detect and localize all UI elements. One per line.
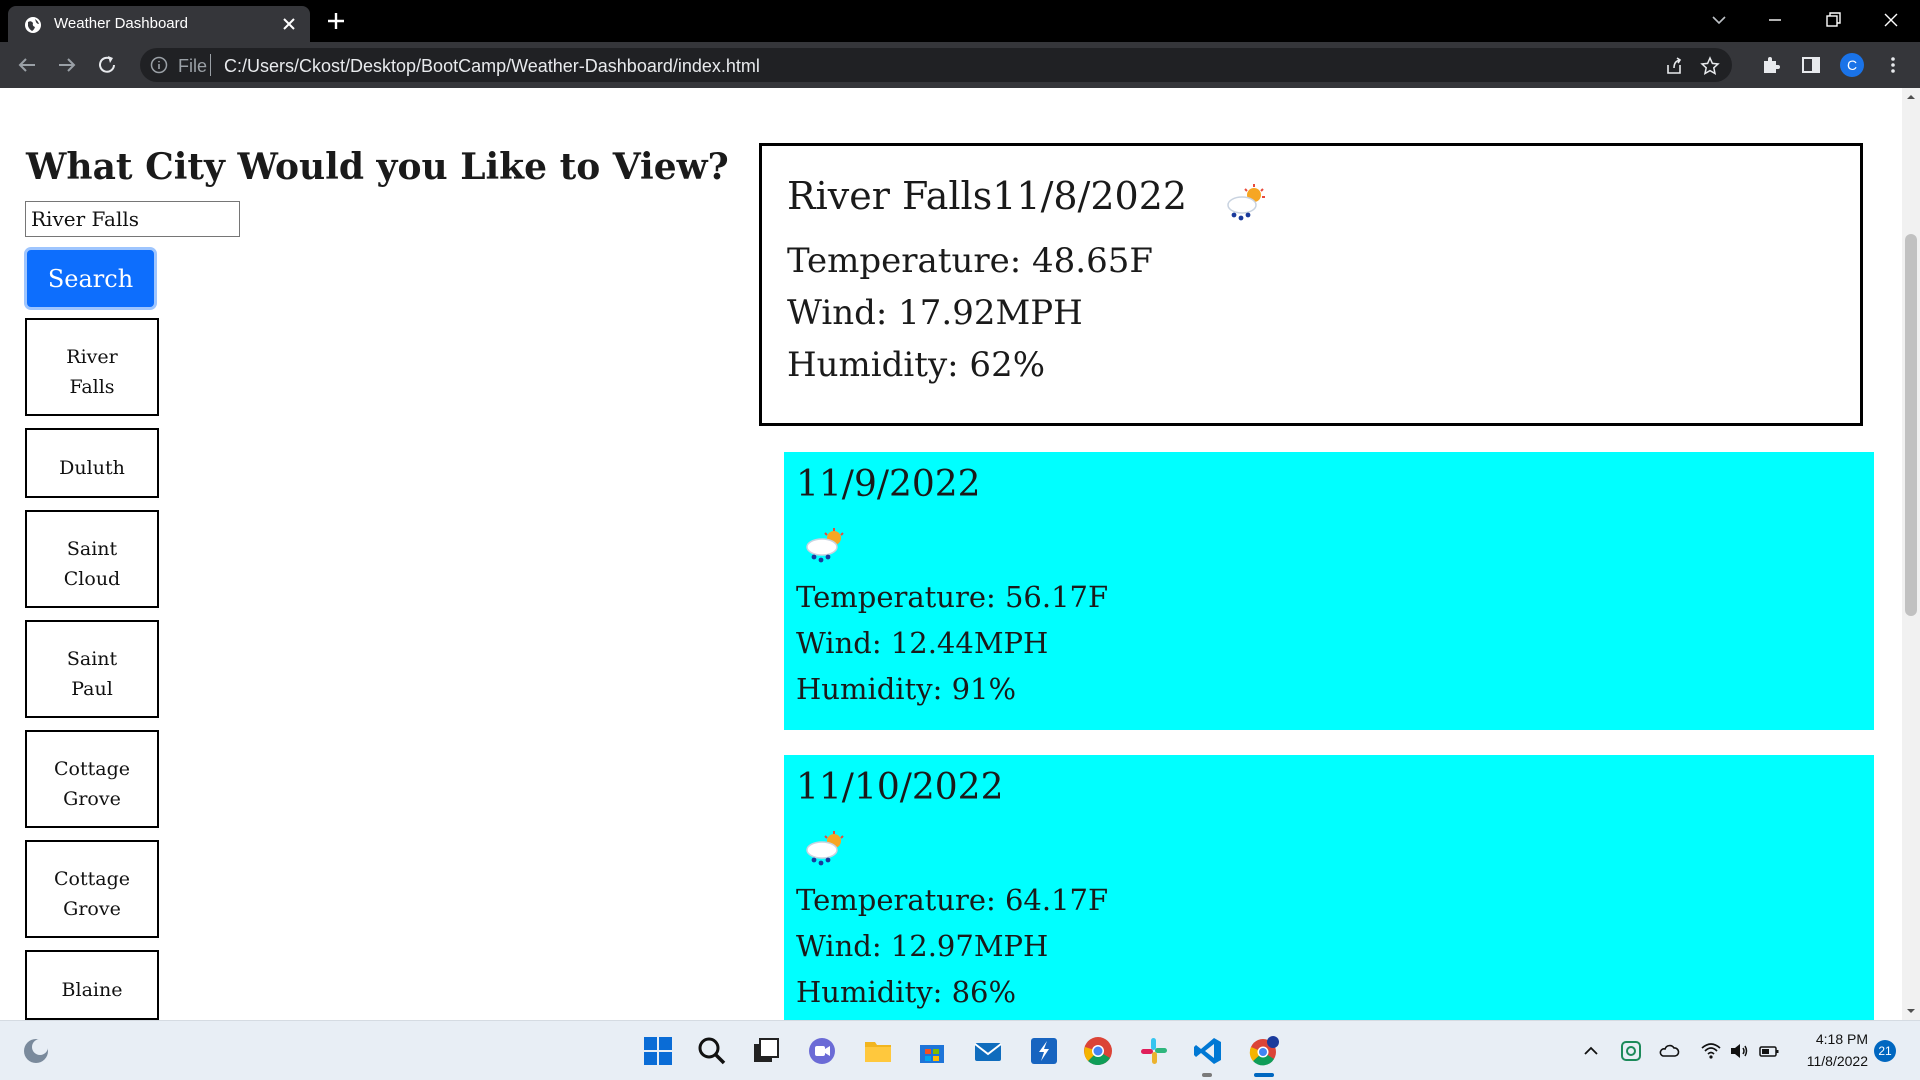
weather-rain-sun-icon xyxy=(806,528,844,563)
file-explorer-icon[interactable] xyxy=(862,1035,894,1067)
forecast-humidity: Humidity: 91% xyxy=(796,672,1017,706)
task-view-icon[interactable] xyxy=(750,1035,782,1067)
city-search-input[interactable] xyxy=(25,201,240,237)
history-button-cottage-grove-2[interactable]: Cottage Grove xyxy=(25,840,159,938)
plus-icon[interactable] xyxy=(326,11,346,31)
profile-avatar[interactable]: C xyxy=(1840,53,1864,77)
search-button[interactable]: Search xyxy=(24,247,157,310)
volume-icon[interactable] xyxy=(1728,1040,1750,1062)
microsoft-store-icon[interactable] xyxy=(916,1035,948,1067)
search-icon[interactable] xyxy=(696,1035,728,1067)
history-button-river-falls[interactable]: River Falls xyxy=(25,318,159,416)
history-button-cottage-grove[interactable]: Cottage Grove xyxy=(25,730,159,828)
back-arrow-icon[interactable] xyxy=(16,54,38,76)
forward-arrow-icon[interactable] xyxy=(56,54,78,76)
onedrive-icon[interactable] xyxy=(1658,1040,1680,1062)
reload-icon[interactable] xyxy=(96,54,118,76)
clock-time[interactable]: 4:18 PM xyxy=(1810,1031,1868,1047)
weather-rain-sun-icon xyxy=(1227,184,1265,221)
current-weather-card: River Falls11/8/2022 Temperature: 48.65F… xyxy=(759,143,1863,426)
slack-icon[interactable] xyxy=(1138,1035,1170,1067)
history-button-saint-cloud[interactable]: Saint Cloud xyxy=(25,510,159,608)
current-wind: Wind: 17.92MPH xyxy=(787,293,1083,333)
current-temperature: Temperature: 48.65F xyxy=(787,241,1153,281)
url-separator xyxy=(210,54,211,76)
url-text[interactable]: C:/Users/Ckost/Desktop/BootCamp/Weather-… xyxy=(224,56,760,77)
app-icon[interactable] xyxy=(1028,1035,1060,1067)
mail-icon[interactable] xyxy=(972,1035,1004,1067)
vscode-icon[interactable] xyxy=(1192,1035,1224,1067)
url-scheme: File xyxy=(178,56,208,76)
forecast-card: 11/10/2022 Temperature: 64.17F Wind: 12.… xyxy=(784,755,1874,1020)
windows-taskbar: 4:18 PM 11/8/2022 21 xyxy=(0,1020,1920,1080)
chrome-profile-icon[interactable] xyxy=(1248,1035,1280,1067)
search-history-list: River Falls Duluth Saint Cloud Saint Pau… xyxy=(25,318,159,1020)
wifi-icon[interactable] xyxy=(1700,1040,1722,1062)
current-humidity: Humidity: 62% xyxy=(787,345,1046,385)
scroll-down-arrow-icon[interactable] xyxy=(1906,1006,1916,1016)
forecast-card: 11/9/2022 Temperature: 56.17F Wind: 12.4… xyxy=(784,452,1874,730)
close-icon[interactable] xyxy=(280,15,298,33)
forecast-date: 11/10/2022 xyxy=(796,767,1004,808)
puzzle-icon[interactable] xyxy=(1760,54,1782,76)
widgets-icon[interactable] xyxy=(20,1035,52,1067)
weather-rain-sun-icon xyxy=(806,831,844,866)
forecast-date: 11/9/2022 xyxy=(796,464,981,505)
chrome-active-indicator xyxy=(1254,1073,1274,1077)
app-tray-icon[interactable] xyxy=(1620,1040,1642,1062)
tab-title: Weather Dashboard xyxy=(54,15,188,32)
forecast-wind: Wind: 12.97MPH xyxy=(796,929,1049,963)
sidepanel-icon[interactable] xyxy=(1800,54,1822,76)
history-button-blaine[interactable]: Blaine xyxy=(25,950,159,1020)
chevron-up-icon[interactable] xyxy=(1580,1040,1602,1062)
notification-badge[interactable]: 21 xyxy=(1874,1040,1896,1062)
vscode-running-indicator xyxy=(1202,1073,1212,1077)
address-bar[interactable]: File C:/Users/Ckost/Desktop/BootCamp/Wea… xyxy=(140,48,1732,82)
minimize-icon[interactable] xyxy=(1764,9,1786,31)
forecast-humidity: Humidity: 86% xyxy=(796,975,1017,1009)
info-icon[interactable] xyxy=(150,56,168,74)
history-button-duluth[interactable]: Duluth xyxy=(25,428,159,498)
history-button-saint-paul[interactable]: Saint Paul xyxy=(25,620,159,718)
scroll-up-arrow-icon[interactable] xyxy=(1906,92,1916,102)
forecast-temperature: Temperature: 56.17F xyxy=(796,580,1109,614)
browser-tab[interactable]: Weather Dashboard xyxy=(8,6,310,42)
windows-start-icon[interactable] xyxy=(642,1035,674,1067)
page-heading: What City Would you Like to View? xyxy=(26,146,729,188)
scrollbar-thumb[interactable] xyxy=(1905,234,1917,616)
window-close-icon[interactable] xyxy=(1880,9,1902,31)
star-icon[interactable] xyxy=(1700,56,1720,76)
battery-icon[interactable] xyxy=(1758,1040,1780,1062)
chrome-icon[interactable] xyxy=(1082,1035,1114,1067)
forecast-wind: Wind: 12.44MPH xyxy=(796,626,1049,660)
restore-icon[interactable] xyxy=(1822,9,1844,31)
page-scrollbar[interactable] xyxy=(1902,88,1920,1020)
tab-search-icon[interactable] xyxy=(1708,9,1730,31)
forecast-temperature: Temperature: 64.17F xyxy=(796,883,1109,917)
current-city-date: River Falls11/8/2022 xyxy=(787,174,1188,218)
browser-toolbar: File C:/Users/Ckost/Desktop/BootCamp/Wea… xyxy=(0,42,1920,88)
browser-tab-bar: Weather Dashboard xyxy=(0,0,1920,42)
page-content: What City Would you Like to View? Search… xyxy=(0,88,1902,1020)
kebab-menu-icon[interactable] xyxy=(1882,54,1904,76)
share-icon[interactable] xyxy=(1664,56,1684,76)
teams-chat-icon[interactable] xyxy=(806,1035,838,1067)
globe-icon xyxy=(25,17,41,33)
clock-date[interactable]: 11/8/2022 xyxy=(1796,1053,1868,1069)
